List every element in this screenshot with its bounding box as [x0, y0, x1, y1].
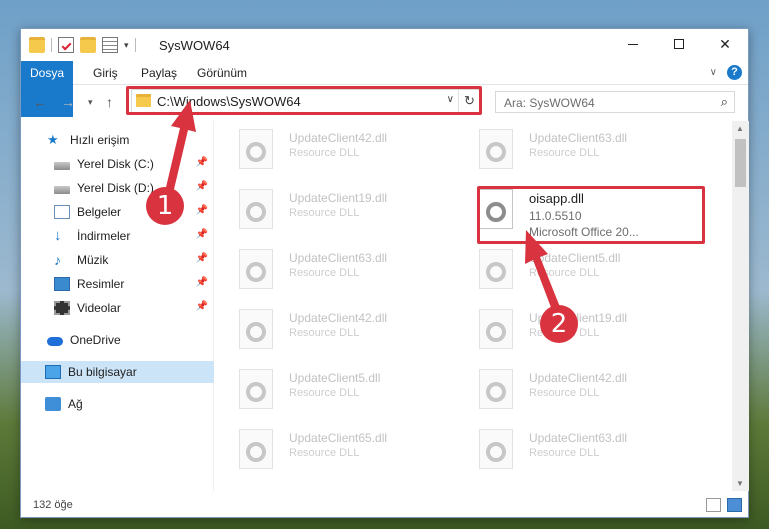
arrow-2 [525, 230, 560, 310]
step-badge-2: 2 [540, 305, 578, 343]
annotation-arrows [163, 100, 560, 310]
step-badge-1: 1 [146, 187, 184, 225]
